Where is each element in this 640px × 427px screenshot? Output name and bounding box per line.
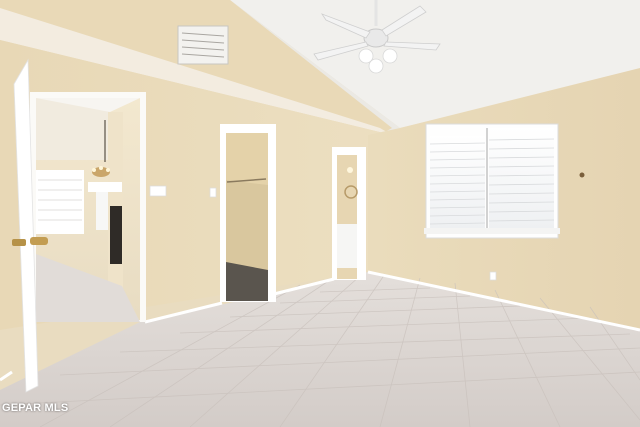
watermark-text: GEPAR MLS bbox=[2, 402, 69, 414]
closet-doorway bbox=[220, 124, 276, 302]
window-blinds bbox=[424, 123, 560, 239]
hallway-opening bbox=[30, 92, 146, 322]
bathroom-doorway bbox=[332, 147, 366, 280]
room-photo bbox=[0, 0, 640, 427]
vent-grille bbox=[177, 25, 229, 65]
